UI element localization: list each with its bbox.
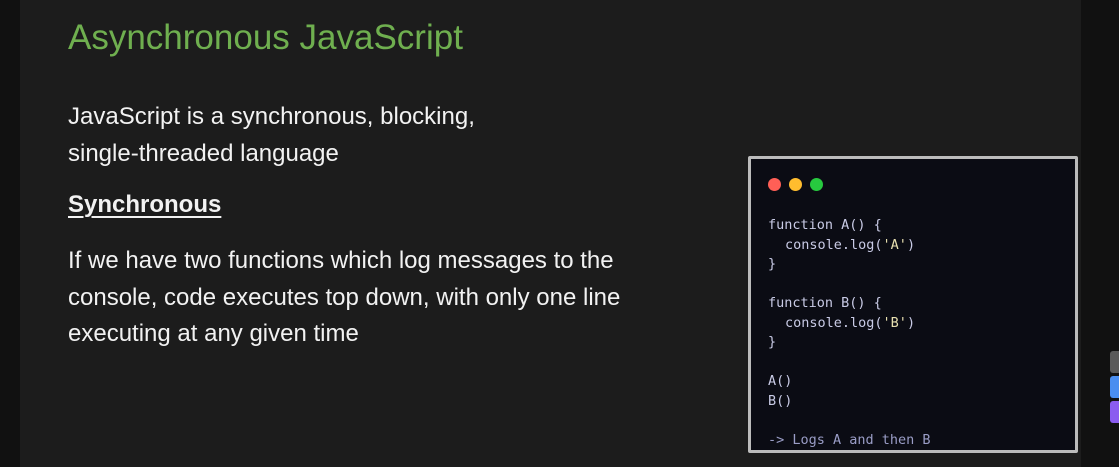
code-token: ) — [906, 314, 916, 331]
presentation-slide: Asynchronous JavaScript JavaScript is a … — [20, 0, 1081, 467]
code-token: console.log( — [785, 314, 883, 331]
code-string: 'B' — [882, 314, 907, 331]
side-widget-grey[interactable] — [1110, 351, 1119, 373]
body-line: executing at any given time — [68, 320, 359, 347]
code-line: console.log('B') — [768, 314, 931, 334]
code-token: ) — [906, 236, 916, 253]
body-line: console, code executes top down, with on… — [68, 283, 621, 311]
intro-text: JavaScript is a synchronous, blocking, s… — [68, 98, 475, 172]
code-line: function B() { — [768, 295, 882, 311]
code-line: } — [768, 334, 777, 350]
slide-title: Asynchronous JavaScript — [68, 18, 463, 57]
section-heading: Synchronous — [68, 191, 222, 218]
window-maximize-dot-icon — [810, 178, 823, 191]
code-token: console.log( — [785, 236, 883, 253]
code-output-comment: -> Logs A and then B — [768, 431, 931, 448]
code-line: function A() { — [768, 217, 882, 233]
body-line: If we have two functions which log messa… — [68, 247, 614, 274]
code-line: B() — [768, 392, 793, 409]
intro-line: single-threaded language — [68, 140, 339, 167]
code-line: } — [768, 256, 777, 272]
code-line: console.log('A') — [768, 236, 931, 256]
side-widget-blue[interactable] — [1110, 376, 1119, 398]
side-widget-strip — [1110, 351, 1119, 426]
window-minimize-dot-icon — [789, 178, 802, 191]
side-widget-purple[interactable] — [1110, 401, 1119, 423]
code-string: 'A' — [882, 236, 907, 253]
code-snippet-window: function A() { console.log('A') } functi… — [748, 156, 1078, 453]
body-text: If we have two functions which log messa… — [68, 243, 620, 353]
intro-line: JavaScript is a synchronous, blocking, — [68, 103, 475, 130]
code-block: function A() { console.log('A') } functi… — [768, 216, 931, 450]
video-frame: Asynchronous JavaScript JavaScript is a … — [0, 0, 1119, 467]
code-line: A() — [768, 373, 793, 389]
window-close-dot-icon — [768, 178, 781, 191]
